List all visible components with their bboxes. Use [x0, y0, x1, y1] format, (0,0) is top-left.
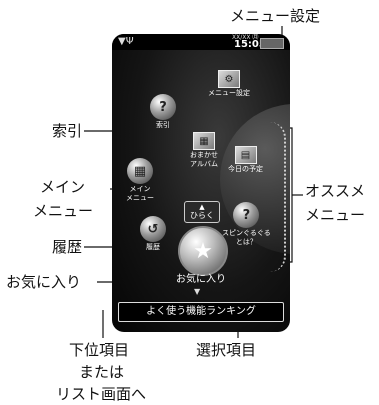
omakase-label-2: アルバム [190, 160, 218, 168]
battery-icon [260, 38, 284, 49]
open-button[interactable]: ▲ ひらく [184, 201, 220, 223]
spin-label-2: とは？ [235, 238, 257, 246]
history-label: 履歴 [146, 243, 160, 251]
album-icon: ▦ [193, 132, 215, 150]
callout-index: 索引 [52, 122, 83, 140]
status-bar: ▼Ψ XX/XX ㈪ 15:05 [112, 34, 290, 50]
index-label: 索引 [156, 121, 170, 129]
main-menu-label-1: メイン [129, 185, 151, 193]
main-menu-icon: ▦ [127, 158, 153, 184]
phone-screen: ▼Ψ XX/XX ㈪ 15:05 ⚙ メニュー設定 ? 索引 ▦ おまかせ アル… [112, 34, 290, 332]
callout-lower-2: または [79, 363, 125, 381]
callout-recommended-2: メニュー [305, 206, 366, 224]
callout-favorites: お気に入り [6, 273, 82, 291]
callout-selected: 選択項目 [196, 341, 257, 359]
spin-guruguru-item[interactable]: ? スピンぐるぐる とは？ [222, 202, 271, 247]
callout-menu-settings: メニュー設定 [230, 7, 321, 25]
history-icon: ↺ [140, 216, 166, 242]
index-item[interactable]: ? 索引 [150, 94, 176, 130]
down-arrow-icon: ▼ [194, 287, 201, 296]
history-item[interactable]: ↺ 履歴 [140, 216, 166, 252]
index-icon: ? [150, 94, 176, 120]
antenna-icon: ▼Ψ [118, 36, 134, 47]
callout-lower-1: 下位項目 [69, 341, 130, 359]
callout-main-menu-2: メニュー [33, 202, 94, 220]
spin-label-1: スピンぐるぐる [222, 229, 271, 237]
selected-item-button[interactable]: ★ [178, 226, 228, 276]
callout-history: 履歴 [52, 238, 83, 256]
star-icon: ★ [193, 238, 213, 264]
recommended-dots [270, 122, 286, 272]
menu-settings-label: メニュー設定 [208, 89, 250, 97]
callout-main-menu-1: メイン [40, 178, 86, 196]
omakase-label-1: おまかせ [190, 151, 218, 159]
omakase-album-item[interactable]: ▦ おまかせ アルバム [190, 132, 218, 169]
menu-settings-item[interactable]: ⚙ メニュー設定 [208, 70, 250, 98]
calendar-icon: ▤ [234, 146, 257, 164]
today-label: 今日の予定 [228, 165, 263, 173]
today-schedule-item[interactable]: ▤ 今日の予定 [228, 146, 263, 174]
callout-lower-3: リスト画面へ [56, 385, 147, 403]
settings-icon: ⚙ [218, 70, 240, 88]
main-menu-label-2: メニュー [126, 194, 154, 202]
callout-recommended-1: オススメ [305, 182, 366, 200]
up-arrow-icon: ▲ [199, 203, 205, 211]
favorites-label: お気に入り [176, 274, 226, 285]
ranking-button[interactable]: よく使う機能ランキング [118, 302, 284, 322]
main-menu-item[interactable]: ▦ メイン メニュー [126, 158, 154, 203]
spin-icon: ? [233, 202, 260, 228]
open-label: ひらく [190, 211, 214, 220]
